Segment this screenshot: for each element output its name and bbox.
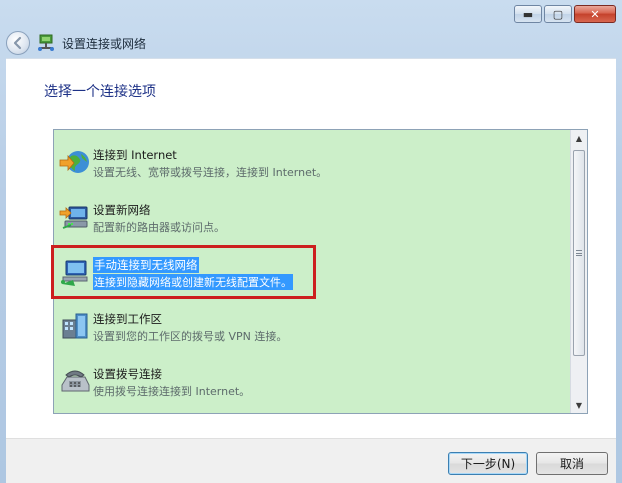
next-button[interactable]: 下一步(N) — [448, 452, 528, 475]
window-title: 设置连接或网络 — [62, 36, 147, 51]
option-connect-workplace[interactable]: 连接到工作区 设置到您的工作区的拨号或 VPN 连接。 — [55, 302, 567, 352]
phone-modem-icon — [61, 370, 90, 392]
option-description: 设置无线、宽带或拨号连接，连接到 Internet。 — [93, 166, 328, 179]
option-description: 配置新的路由器或访问点。 — [93, 221, 225, 234]
option-title: 连接到 Internet — [93, 148, 177, 162]
scroll-down-arrow-icon[interactable]: ▼ — [571, 397, 587, 413]
page-heading: 选择一个连接选项 — [44, 84, 156, 100]
globe-icon — [59, 151, 89, 173]
back-button[interactable] — [6, 31, 30, 55]
option-connect-internet[interactable]: 连接到 Internet 设置无线、宽带或拨号连接，连接到 Internet。 — [55, 138, 567, 188]
option-title: 设置新网络 — [93, 203, 151, 217]
dialog-footer: 下一步(N) 取消 — [6, 438, 616, 483]
window-header: 设置连接或网络 — [6, 28, 616, 58]
option-dialup[interactable]: 设置拨号连接 使用拨号连接连接到 Internet。 — [55, 357, 567, 407]
grip-icon — [576, 250, 582, 256]
highlight-box — [51, 245, 316, 299]
option-title: 连接到工作区 — [93, 312, 162, 326]
vertical-scrollbar[interactable]: ▲ ▼ — [570, 130, 587, 413]
scroll-up-arrow-icon[interactable]: ▲ — [571, 130, 587, 146]
close-icon: ✕ — [590, 7, 600, 21]
minimize-icon: ▬ — [522, 7, 534, 21]
maximize-button[interactable]: ▢ — [544, 5, 572, 23]
option-setup-new-network[interactable]: 设置新网络 配置新的路由器或访问点。 — [55, 193, 567, 243]
scroll-thumb[interactable] — [573, 150, 585, 356]
option-description: 设置到您的工作区的拨号或 VPN 连接。 — [93, 330, 288, 343]
maximize-icon: ▢ — [552, 7, 564, 21]
option-title: 设置拨号连接 — [93, 367, 162, 381]
caption-buttons: ▬ ▢ ✕ — [514, 5, 616, 23]
workplace-icon — [62, 313, 88, 339]
cancel-button[interactable]: 取消 — [536, 452, 608, 475]
network-icon — [36, 33, 56, 53]
router-icon — [59, 206, 88, 229]
minimize-button[interactable]: ▬ — [514, 5, 542, 23]
close-button[interactable]: ✕ — [574, 5, 616, 23]
back-arrow-icon — [13, 36, 22, 50]
option-description: 使用拨号连接连接到 Internet。 — [93, 385, 251, 398]
window-frame: ▬ ▢ ✕ 设置连接或网络 选择一个连接选项 连接到 Internet 设置无线… — [0, 0, 622, 483]
